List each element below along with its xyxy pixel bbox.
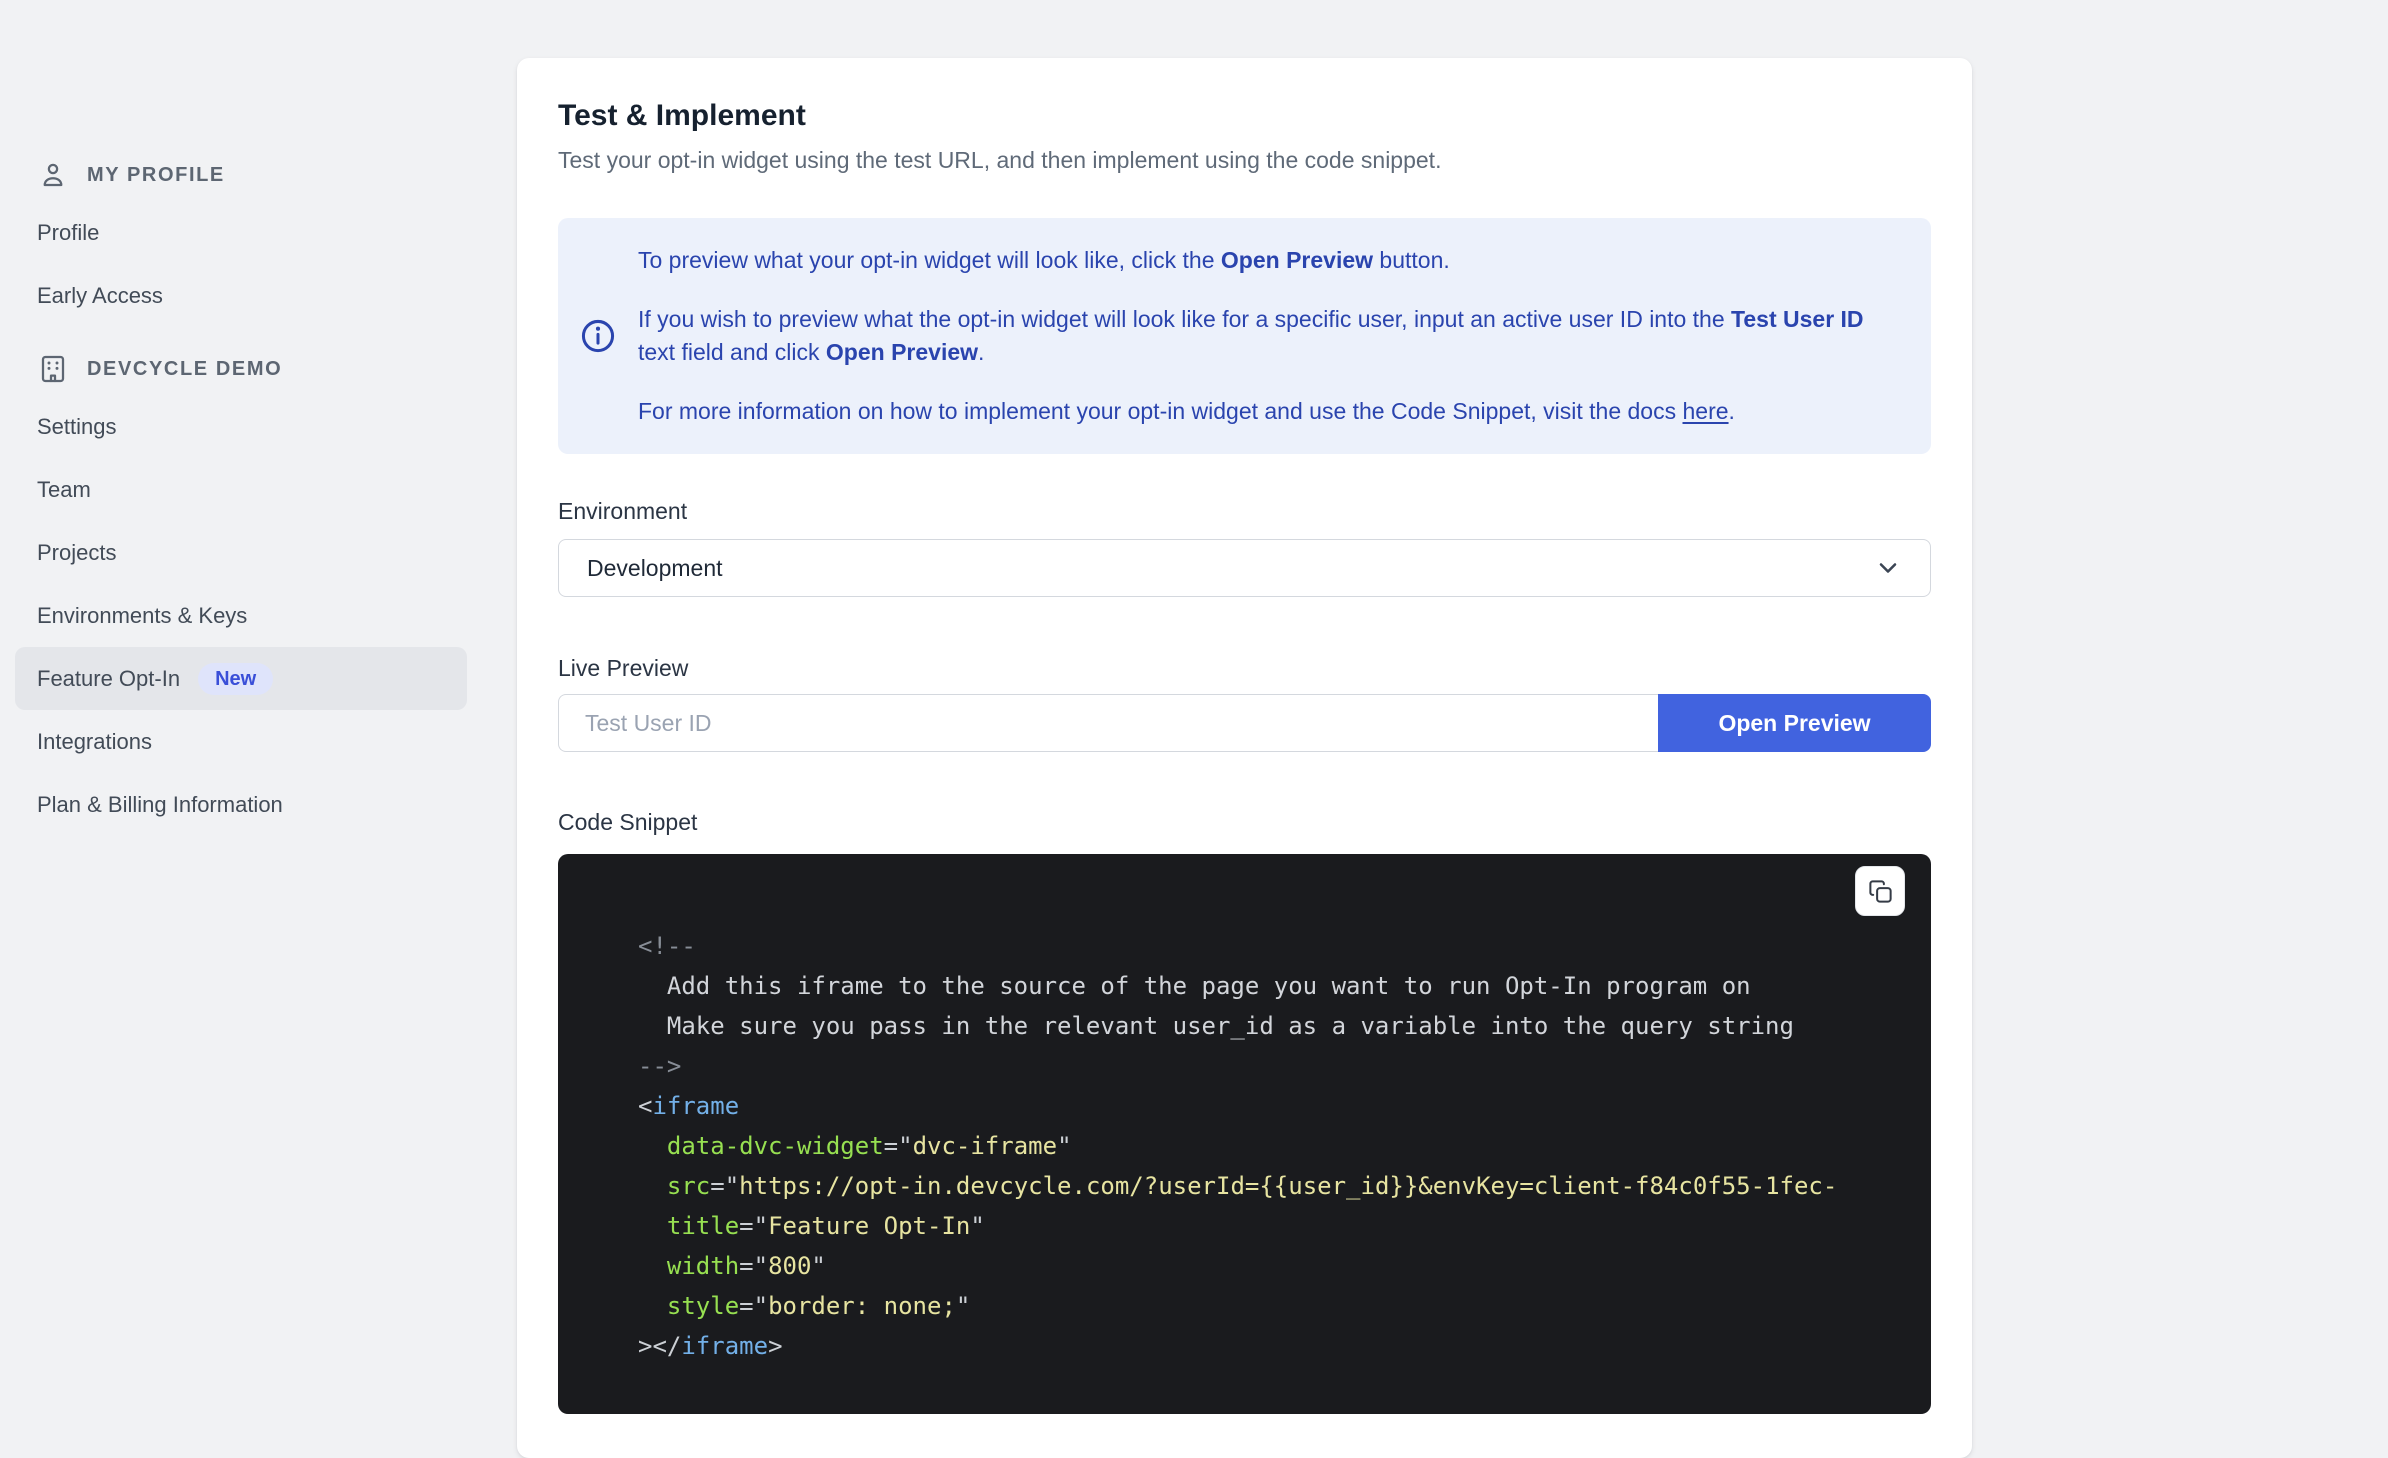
- info-icon: [579, 317, 617, 355]
- environment-select[interactable]: Development: [558, 539, 1931, 597]
- docs-here-link[interactable]: here: [1683, 398, 1729, 424]
- info-paragraph: To preview what your opt-in widget will …: [638, 247, 1450, 273]
- info-box: To preview what your opt-in widget will …: [558, 218, 1931, 454]
- sidebar-item-label: Team: [37, 476, 91, 502]
- page-title: Test & Implement: [558, 99, 806, 132]
- code-line: data-dvc-widget="dvc-iframe": [666, 1132, 1072, 1160]
- code-block: <!-- Add this iframe to the source of th…: [558, 854, 1931, 1414]
- sidebar-item-label: Plan & Billing Information: [37, 791, 283, 817]
- copy-icon: [1867, 878, 1894, 905]
- info-paragraph: If you wish to preview what the opt-in w…: [638, 306, 1864, 365]
- code-snippet-label: Code Snippet: [558, 809, 698, 835]
- sidebar-item-label: Projects: [37, 539, 117, 565]
- main-card: Test & Implement Test your opt-in widget…: [517, 58, 1972, 1458]
- sidebar-item-label: Settings: [37, 413, 117, 439]
- environment-selected-value: Development: [587, 554, 723, 581]
- info-paragraphs: To preview what your opt-in widget will …: [638, 244, 1901, 428]
- code-line: <!--: [638, 932, 696, 960]
- sidebar-item-label: Environments & Keys: [37, 602, 248, 628]
- test-user-id-input[interactable]: [558, 694, 1658, 752]
- section-label: DEVCYCLE DEMO: [87, 357, 283, 380]
- code-line: style="border: none;": [666, 1292, 971, 1320]
- code-snippet-block: <!-- Add this iframe to the source of th…: [558, 854, 1931, 1414]
- sidebar-item-early-access[interactable]: Early Access: [15, 264, 467, 327]
- sidebar-item-settings[interactable]: Settings: [15, 395, 467, 458]
- sidebar-item-environments-keys[interactable]: Environments & Keys: [15, 584, 467, 647]
- live-preview-row: Open Preview: [558, 694, 1931, 752]
- user-icon: [37, 159, 69, 191]
- section-label: MY PROFILE: [87, 163, 225, 186]
- code-line: -->: [638, 1052, 682, 1080]
- code-line: <iframe: [638, 1092, 740, 1120]
- sidebar-item-projects[interactable]: Projects: [15, 521, 467, 584]
- code-line: ></iframe>: [638, 1332, 783, 1360]
- live-preview-label: Live Preview: [558, 655, 689, 681]
- sidebar-item-label: Integrations: [37, 728, 152, 754]
- chevron-down-icon: [1874, 554, 1902, 582]
- new-badge: New: [198, 662, 274, 695]
- copy-code-button[interactable]: [1855, 866, 1905, 916]
- environment-label: Environment: [558, 498, 688, 524]
- open-preview-button[interactable]: Open Preview: [1658, 694, 1931, 752]
- sidebar-item-label: Profile: [37, 219, 100, 245]
- info-paragraph: For more information on how to implement…: [638, 398, 1735, 424]
- building-icon: [37, 353, 69, 385]
- sidebar-item-profile[interactable]: Profile: [15, 201, 467, 264]
- code-line: src="https://opt-in.devcycle.com/?userId…: [666, 1172, 1838, 1200]
- sidebar-item-feature-opt-in[interactable]: Feature Opt-In New: [15, 647, 467, 710]
- sidebar-item-plan-billing-information[interactable]: Plan & Billing Information: [15, 773, 467, 836]
- section-header-devcycle-demo: DEVCYCLE DEMO: [15, 349, 467, 389]
- code-line: width="800": [666, 1252, 826, 1280]
- code-line: title="Feature Opt-In": [666, 1212, 985, 1240]
- sidebar-item-integrations[interactable]: Integrations: [15, 710, 467, 773]
- code-line: Add this iframe to the source of the pag…: [638, 972, 1751, 1000]
- sidebar-nav: MY PROFILE Profile Early Access DEVCYCLE DE…: [15, 155, 467, 836]
- sidebar-item-team[interactable]: Team: [15, 458, 467, 521]
- sidebar-item-label: Feature Opt-In: [37, 665, 181, 691]
- page-subtitle: Test your opt-in widget using the test U…: [558, 147, 1442, 173]
- section-header-my-profile: MY PROFILE: [15, 155, 467, 195]
- sidebar-item-label: Early Access: [37, 282, 163, 308]
- code-line: Make sure you pass in the relevant user_…: [638, 1012, 1794, 1040]
